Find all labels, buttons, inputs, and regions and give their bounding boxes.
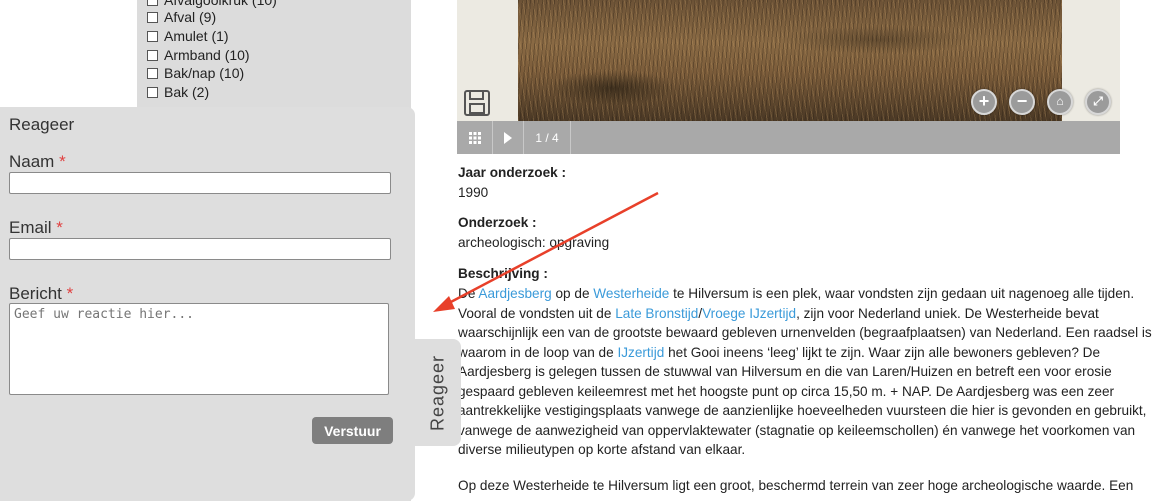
bericht-field[interactable] (9, 303, 389, 395)
link-ijzertijd[interactable]: IJzertijd (617, 345, 664, 360)
checkbox[interactable] (147, 11, 158, 23)
checkbox[interactable] (147, 30, 158, 42)
onderzoek-label: Onderzoek : (458, 215, 537, 230)
send-button[interactable]: Verstuur (312, 417, 393, 444)
image-viewer: + − ⌂ ⤢ 1 / 4 (457, 0, 1120, 154)
filter-item[interactable]: Amulet (1) (147, 27, 229, 45)
reageer-tab-label: Reageer (427, 354, 447, 431)
filter-item[interactable]: Afval (9) (147, 8, 216, 26)
link-vroege-ijzertijd[interactable]: Vroege IJzertijd (702, 306, 796, 321)
jaar-label: Jaar onderzoek : (458, 165, 567, 180)
description-paragraph: De Aardjesberg op de Westerheide te Hilv… (458, 286, 1152, 457)
filter-label: Bak/nap (10) (164, 65, 245, 81)
viewer-toolbar: 1 / 4 (457, 121, 1120, 154)
link-late-bronstijd[interactable]: Late Bronstijd (615, 306, 698, 321)
react-panel: Reageer Naam * Email * Bericht * Verstuu… (0, 107, 415, 501)
panel-title: Reageer (9, 115, 75, 134)
slide-counter-text: 1 / 4 (535, 130, 559, 145)
checkbox[interactable] (147, 86, 158, 98)
home-icon[interactable]: ⌂ (1047, 89, 1073, 115)
play-icon[interactable] (493, 121, 524, 154)
naam-field[interactable] (9, 172, 391, 194)
save-icon[interactable] (463, 89, 491, 117)
filter-item[interactable]: Armband (10) (147, 46, 250, 64)
filter-label: Bak (2) (164, 84, 210, 100)
bericht-label: Bericht * (9, 284, 74, 303)
filter-item[interactable]: Bak (2) (147, 83, 209, 101)
naam-label: Naam * (9, 152, 66, 171)
filter-label: Afval (9) (164, 9, 217, 25)
filter-label: Armband (10) (164, 47, 250, 63)
email-label: Email * (9, 218, 63, 237)
zoom-out-icon[interactable]: − (1009, 89, 1035, 115)
email-field[interactable] (9, 238, 391, 260)
reageer-tab[interactable]: Reageer (414, 339, 461, 446)
checkbox[interactable] (147, 49, 158, 61)
slide-counter: 1 / 4 (524, 121, 571, 154)
jaar-value: 1990 (458, 185, 489, 200)
onderzoek-value: archeologisch: opgraving (458, 235, 610, 250)
zoom-in-icon[interactable]: + (971, 89, 997, 115)
checkbox[interactable] (147, 0, 158, 6)
filter-label: Amulet (1) (164, 28, 229, 44)
grid-icon[interactable] (457, 121, 493, 154)
checkbox[interactable] (147, 67, 158, 79)
link-aardjesberg[interactable]: Aardjesberg (478, 286, 551, 301)
beschrijving-label: Beschrijving : (458, 266, 548, 281)
fullscreen-icon[interactable]: ⤢ (1085, 89, 1111, 115)
filter-item[interactable]: Bak/nap (10) (147, 64, 244, 82)
link-westerheide[interactable]: Westerheide (593, 286, 669, 301)
description-paragraph-2: Op deze Westerheide te Hilversum ligt ee… (458, 478, 1134, 493)
